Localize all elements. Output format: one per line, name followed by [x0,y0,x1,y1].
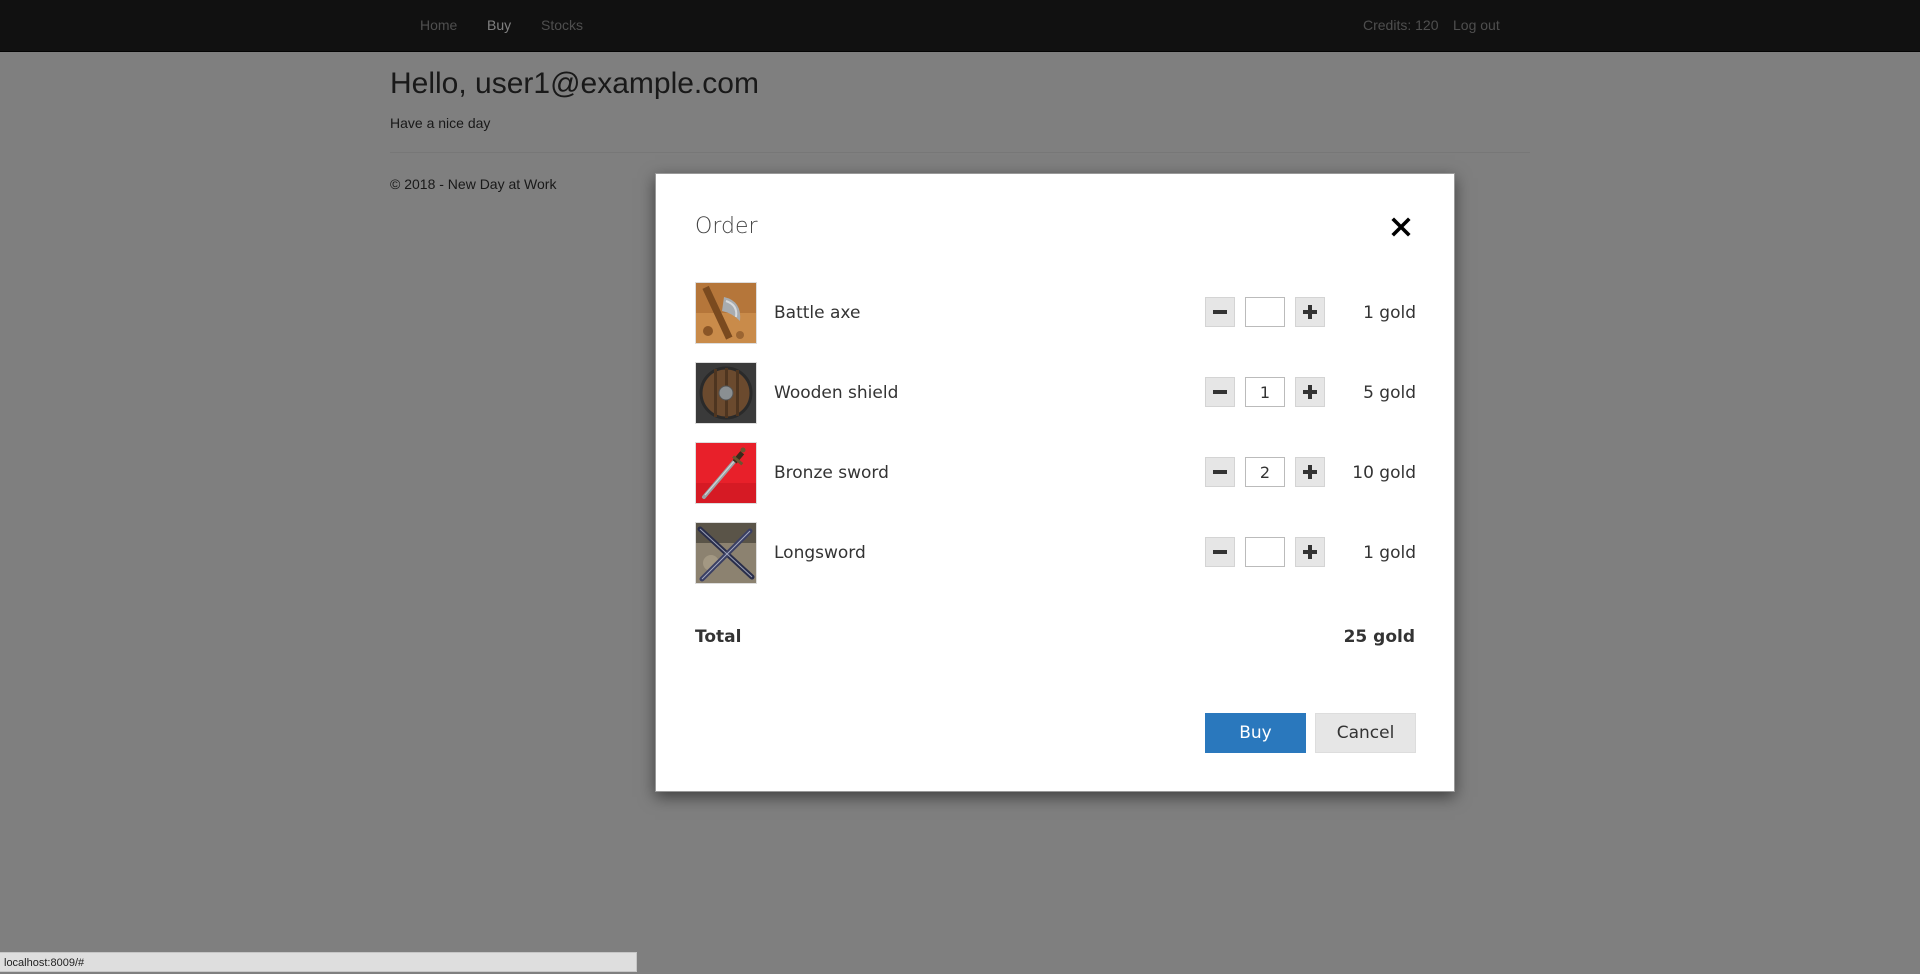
plus-icon [1296,538,1324,566]
plus-icon [1296,458,1324,486]
order-item-row: Bronze sword 10 gold [695,442,1416,504]
item-price: 1 gold [1363,543,1416,563]
battle-axe-thumbnail [695,282,757,344]
total-value: 25 gold [1343,627,1415,647]
increase-quantity-button[interactable] [1295,297,1325,327]
order-item-row: Battle axe 1 gold [695,282,1416,344]
quantity-input[interactable] [1245,377,1285,407]
order-item-row: Wooden shield 5 gold [695,362,1416,424]
longsword-thumbnail [695,522,757,584]
minus-icon [1206,538,1234,566]
buy-button[interactable]: Buy [1205,713,1306,753]
browser-status-bar: localhost:8009/# [0,952,637,972]
cancel-button[interactable]: Cancel [1315,713,1416,753]
increase-quantity-button[interactable] [1295,457,1325,487]
decrease-quantity-button[interactable] [1205,377,1235,407]
wooden-shield-thumbnail [695,362,757,424]
item-price: 10 gold [1352,463,1416,483]
quantity-input[interactable] [1245,297,1285,327]
item-price: 5 gold [1363,383,1416,403]
plus-icon [1296,378,1324,406]
item-name: Longsword [774,543,866,563]
bronze-sword-thumbnail [695,442,757,504]
order-modal: Order Battle axe 1 gold Wooden shield 1 … [655,173,1455,792]
close-icon [1388,214,1414,240]
increase-quantity-button[interactable] [1295,537,1325,567]
quantity-input[interactable] [1245,457,1285,487]
modal-title: Order [695,214,758,239]
order-item-row: Longsword 1 gold [695,522,1416,584]
total-label: Total [695,627,742,647]
minus-icon [1206,458,1234,486]
increase-quantity-button[interactable] [1295,377,1325,407]
item-name: Battle axe [774,303,861,323]
decrease-quantity-button[interactable] [1205,457,1235,487]
minus-icon [1206,298,1234,326]
item-name: Wooden shield [774,383,899,403]
decrease-quantity-button[interactable] [1205,297,1235,327]
item-price: 1 gold [1363,303,1416,323]
quantity-input[interactable] [1245,537,1285,567]
decrease-quantity-button[interactable] [1205,537,1235,567]
item-name: Bronze sword [774,463,889,483]
minus-icon [1206,378,1234,406]
close-button[interactable] [1388,214,1414,240]
plus-icon [1296,298,1324,326]
